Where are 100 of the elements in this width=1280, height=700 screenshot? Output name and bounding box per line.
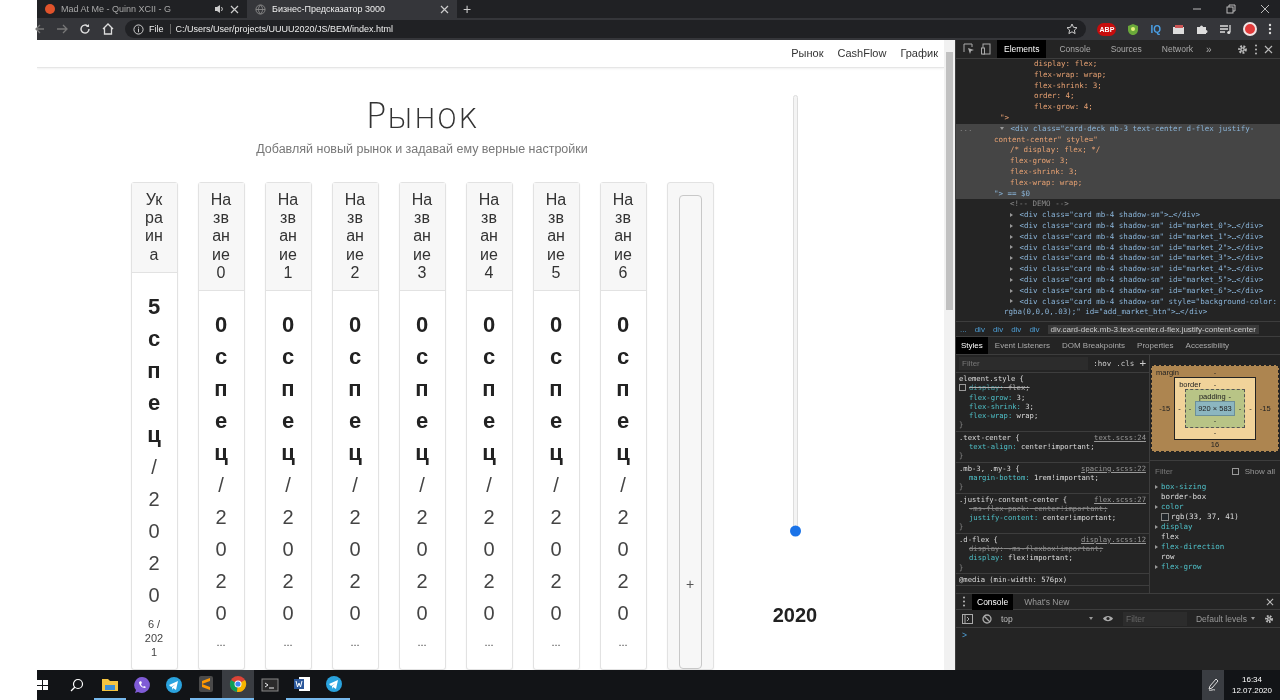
browser-tab[interactable]: Mad At Me - Quinn XCII - G — [37, 0, 247, 18]
filter-field[interactable]: Filter — [1155, 467, 1229, 476]
terminal-icon[interactable] — [261, 677, 279, 693]
expand-triangle-icon[interactable] — [1010, 223, 1013, 228]
breadcrumb-item[interactable]: ... — [960, 324, 967, 334]
nav-link[interactable]: Рынок — [791, 47, 824, 60]
devtools-tab[interactable]: Console — [1052, 40, 1098, 58]
panel-tab[interactable]: Accessibility — [1180, 337, 1235, 354]
expand-triangle-icon[interactable] — [1010, 267, 1013, 272]
card-stack-icon[interactable] — [1172, 23, 1185, 35]
console-prompt[interactable]: > — [962, 630, 967, 640]
add-market-button[interactable]: + — [678, 194, 702, 669]
settings-icon[interactable] — [1264, 613, 1274, 624]
expand-triangle-icon[interactable] — [1155, 505, 1158, 509]
checkbox[interactable] — [959, 384, 966, 392]
breadcrumb-item[interactable]: div.card-deck.mb-3.text-center.d-flex.justify-content-center — [1047, 324, 1259, 334]
browser-icon[interactable] — [229, 675, 247, 693]
home-icon[interactable] — [102, 23, 114, 35]
profile-avatar[interactable] — [1243, 22, 1257, 36]
expand-triangle-icon[interactable] — [1155, 545, 1158, 549]
star-icon[interactable] — [1066, 23, 1079, 35]
panel-tab[interactable]: Styles — [956, 337, 988, 354]
color-swatch[interactable] — [1161, 513, 1169, 521]
forward-arrow-icon[interactable] — [56, 23, 68, 35]
paper-plane-icon[interactable] — [325, 675, 343, 693]
search-icon[interactable] — [70, 678, 84, 692]
context-select[interactable]: top — [1001, 613, 1093, 624]
info-icon[interactable] — [133, 23, 144, 35]
browser-tab[interactable]: Бизнес-Предсказатор 3000 — [247, 0, 457, 18]
sidebar-icon[interactable] — [962, 613, 973, 624]
checkbox[interactable] — [1231, 468, 1239, 475]
close-icon[interactable] — [440, 4, 449, 14]
market-card[interactable]: Название 0 0 спец /2020 ... — [197, 181, 245, 670]
market-card[interactable]: Название 4 0 спец /2020 ... — [465, 181, 513, 670]
devtools-tab[interactable]: Sources — [1103, 40, 1149, 58]
devtools-tab[interactable]: Network — [1154, 40, 1200, 58]
close-icon[interactable] — [230, 4, 239, 14]
new-tab-button[interactable]: + — [463, 1, 472, 17]
expand-triangle-icon[interactable] — [1155, 525, 1158, 529]
devtools-tab[interactable]: Elements — [997, 40, 1047, 58]
device-icon[interactable] — [981, 43, 991, 55]
reload-icon[interactable] — [79, 23, 91, 35]
more-tabs-button[interactable]: » — [1206, 43, 1212, 55]
clear-console-icon[interactable] — [982, 613, 992, 624]
chat-bubble-icon[interactable] — [133, 676, 151, 694]
puzzle-icon[interactable] — [1196, 23, 1208, 35]
clock-time[interactable]: 16:34 — [1242, 674, 1262, 685]
expand-triangle-icon[interactable] — [1010, 256, 1013, 261]
close-icon[interactable] — [1266, 597, 1274, 606]
eye-icon[interactable] — [1102, 614, 1114, 623]
close-icon[interactable] — [1260, 4, 1270, 14]
expand-triangle-icon[interactable] — [1010, 245, 1013, 250]
pen-icon[interactable] — [1202, 670, 1224, 700]
expand-triangle-icon[interactable] — [1010, 288, 1013, 293]
panel-tab[interactable]: DOM Breakpoints — [1056, 337, 1131, 354]
nav-link[interactable]: CashFlow — [837, 47, 887, 60]
shield-icon[interactable] — [1127, 22, 1140, 36]
settings-icon[interactable] — [1237, 43, 1248, 55]
expand-triangle-icon[interactable] — [1010, 213, 1013, 218]
taskbar-app[interactable] — [222, 670, 254, 700]
market-card[interactable]: Название 2 0 спец /2020 ... — [331, 181, 379, 670]
panel-tab[interactable]: Event Listeners — [989, 337, 1055, 354]
drawer-tab[interactable]: What's New — [1019, 593, 1075, 610]
clock-date[interactable]: 12.07.2020 — [1231, 685, 1272, 696]
inspect-icon[interactable] — [963, 43, 975, 55]
market-card[interactable]: Название 1 0 спец /2020 ... — [264, 181, 312, 670]
menu-icon[interactable] — [1268, 23, 1272, 35]
document-icon[interactable] — [293, 675, 311, 693]
breadcrumb-item[interactable]: div — [1029, 324, 1040, 334]
log-levels-dropdown[interactable]: Default levels — [1196, 613, 1255, 624]
expand-triangle-icon[interactable] — [1010, 299, 1013, 304]
breadcrumb-item[interactable]: div — [974, 324, 985, 334]
speaker-icon[interactable] — [214, 4, 224, 14]
expand-triangle-icon[interactable] — [1010, 277, 1013, 282]
folder-icon[interactable] — [101, 676, 119, 692]
drawer-tab[interactable]: Console — [972, 593, 1014, 610]
breadcrumb-item[interactable]: div — [992, 324, 1004, 334]
extension-button[interactable]: IQ — [1150, 23, 1161, 35]
expand-triangle-icon[interactable] — [1010, 234, 1013, 239]
market-card[interactable]: Название 3 0 спец /2020 ... — [398, 181, 446, 670]
panel-tab[interactable]: Properties — [1132, 337, 1179, 354]
back-arrow-icon[interactable] — [35, 23, 45, 35]
sublime-icon[interactable] — [198, 675, 214, 693]
expand-triangle-icon[interactable] — [1155, 565, 1158, 569]
menu-icon[interactable] — [962, 596, 966, 607]
nav-link[interactable]: График — [900, 47, 938, 60]
market-card[interactable]: Украина 5 спец /2020 6 / 2021 — [130, 181, 178, 670]
expand-triangle-icon[interactable] — [1000, 127, 1004, 131]
restore-icon[interactable] — [1226, 4, 1236, 14]
market-card[interactable]: Название 5 0 спец /2020 ... — [532, 181, 580, 670]
address-bar[interactable]: File C:/Users/User/projects/UUUU2020/JS/BEM/index.html — [125, 20, 1087, 38]
windows-start-icon[interactable] — [37, 679, 48, 691]
breadcrumb-item[interactable]: div — [1011, 324, 1022, 334]
menu-icon[interactable] — [1254, 43, 1258, 55]
new-rule-button[interactable]: + — [1139, 357, 1146, 370]
close-icon[interactable] — [1264, 44, 1273, 54]
slider-thumb[interactable] — [789, 525, 801, 537]
playlist-icon[interactable] — [1219, 23, 1232, 35]
scrollbar[interactable] — [944, 40, 955, 670]
paper-plane-icon[interactable] — [165, 676, 183, 694]
